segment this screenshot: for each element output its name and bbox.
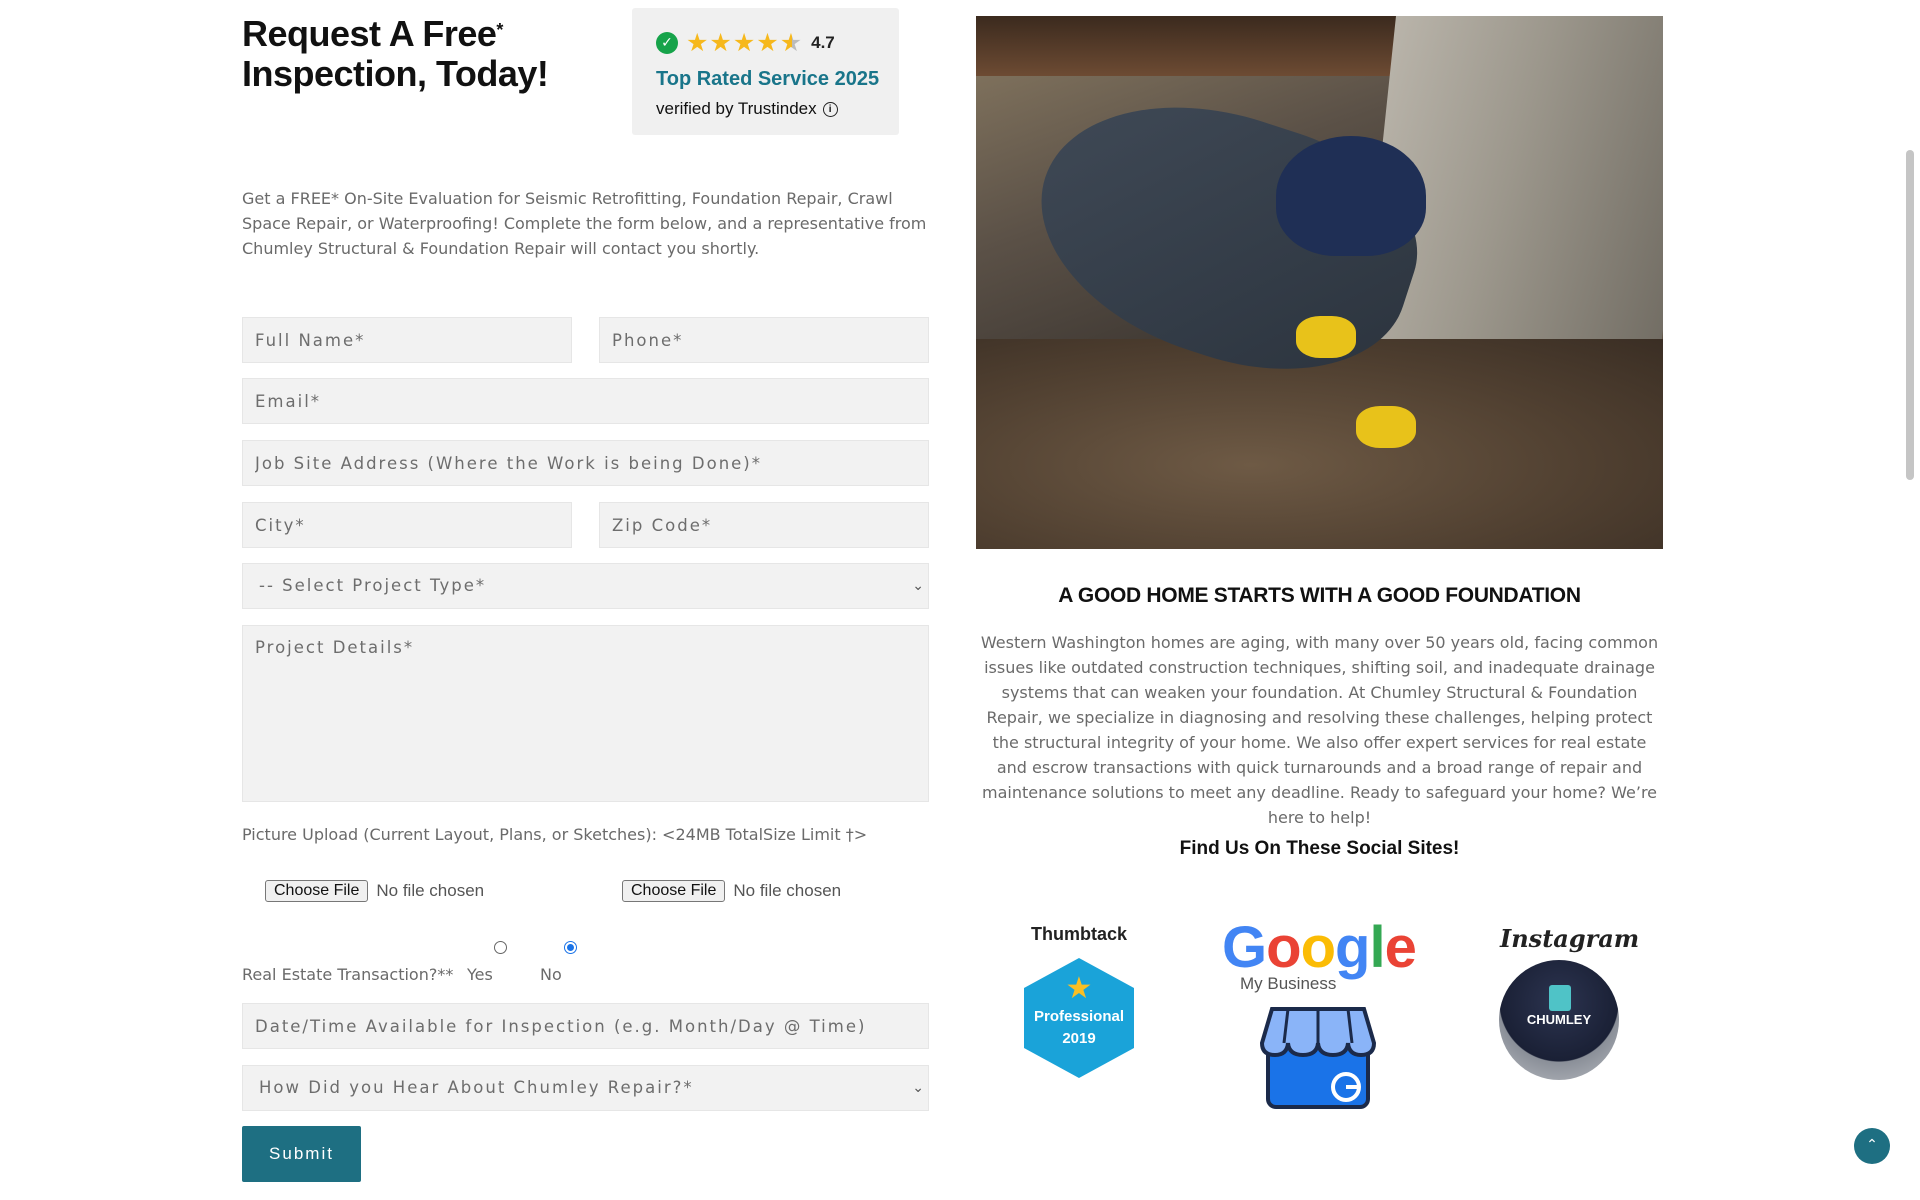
google-my-business-label: My Business — [1240, 974, 1337, 993]
inspection-datetime-input[interactable] — [242, 1003, 929, 1049]
badge-line-1: Professional — [1033, 1008, 1125, 1025]
about-text: Western Washington homes are aging, with… — [980, 633, 1659, 827]
star-icon: ★ — [756, 28, 779, 57]
choose-file-button[interactable]: Choose File — [622, 880, 726, 902]
scrollbar-thumb[interactable] — [1906, 150, 1914, 480]
form-intro: Get a FREE* On-Site Evaluation for Seism… — [242, 189, 927, 258]
star-icon: ★ — [1065, 971, 1093, 1006]
referral-select[interactable]: How Did you Hear About Chumley Repair?* … — [242, 1065, 929, 1111]
real-estate-yes-radio[interactable] — [494, 941, 507, 954]
job-site-address-input[interactable] — [242, 440, 929, 486]
file-upload-2[interactable]: Choose File No file chosen — [622, 880, 841, 902]
google-store-icon[interactable] — [1258, 1005, 1378, 1110]
trust-verified-text: verified by Trustindex — [656, 99, 817, 118]
referral-value: How Did you Hear About Chumley Repair?* — [259, 1078, 694, 1097]
social-title: Find Us On These Social Sites! — [1179, 838, 1460, 859]
badge-line-2: 2019 — [1062, 1030, 1096, 1047]
info-icon[interactable]: i — [822, 101, 838, 117]
chevron-down-icon: ⌄ — [912, 1080, 924, 1096]
crawlspace-worker-photo — [976, 16, 1663, 549]
project-type-value: -- Select Project Type* — [259, 576, 487, 595]
upload-label: Picture Upload (Current Layout, Plans, o… — [242, 825, 868, 844]
project-details-textarea[interactable] — [242, 625, 929, 802]
chevron-up-icon: ⌃ — [1866, 1137, 1878, 1153]
instagram-label[interactable]: Instagram — [1500, 924, 1639, 953]
thumbtack-badge[interactable]: ★ Professional 2019 — [1024, 958, 1134, 1078]
hat-logo-text: CHUMLEY — [1526, 1012, 1592, 1027]
half-star-icon: ★ — [779, 28, 803, 57]
google-wordmark[interactable]: Google — [1222, 918, 1417, 978]
project-type-select[interactable]: -- Select Project Type* ⌄ — [242, 563, 929, 609]
real-estate-yes-label: Yes — [467, 965, 493, 984]
star-icon: ★ — [732, 28, 756, 57]
city-input[interactable] — [242, 502, 572, 548]
real-estate-label: Real Estate Transaction?** — [242, 965, 454, 984]
trustindex-badge[interactable]: ✓ ★ ★ ★ ★ ★ 4.7 Top Rated Service 2025 v… — [632, 8, 899, 135]
full-name-input[interactable] — [242, 317, 572, 363]
trust-verified: verified by Trustindex i — [656, 99, 838, 119]
file-upload-1[interactable]: Choose File No file chosen — [265, 880, 484, 902]
zip-code-input[interactable] — [599, 502, 929, 548]
instagram-profile-image[interactable]: CHUMLEY — [1499, 960, 1619, 1080]
email-input[interactable] — [242, 378, 929, 424]
trust-title: Top Rated Service 2025 — [656, 68, 880, 90]
rating-score: 4.7 — [811, 32, 835, 52]
scroll-to-top-button[interactable]: ⌃ — [1854, 1128, 1890, 1164]
thumbtack-label[interactable]: Thumbtack — [1024, 924, 1134, 945]
phone-input[interactable] — [599, 317, 929, 363]
real-estate-no-radio[interactable] — [564, 941, 577, 954]
rating-stars: ★ ★ ★ ★ ★ — [686, 30, 803, 55]
page-title: Request A Free* Inspection, Today! — [242, 13, 549, 94]
file-status: No file chosen — [376, 881, 485, 900]
submit-button[interactable]: Submit — [242, 1126, 361, 1182]
star-icon: ★ — [709, 28, 732, 57]
file-status: No file chosen — [733, 881, 842, 900]
choose-file-button[interactable]: Choose File — [265, 880, 369, 902]
real-estate-no-label: No — [540, 965, 562, 984]
tagline: A GOOD HOME STARTS WITH A GOOD FOUNDATIO… — [1058, 584, 1581, 607]
check-circle-icon: ✓ — [656, 31, 678, 54]
star-icon: ★ — [686, 28, 709, 57]
chevron-down-icon: ⌄ — [912, 578, 924, 594]
